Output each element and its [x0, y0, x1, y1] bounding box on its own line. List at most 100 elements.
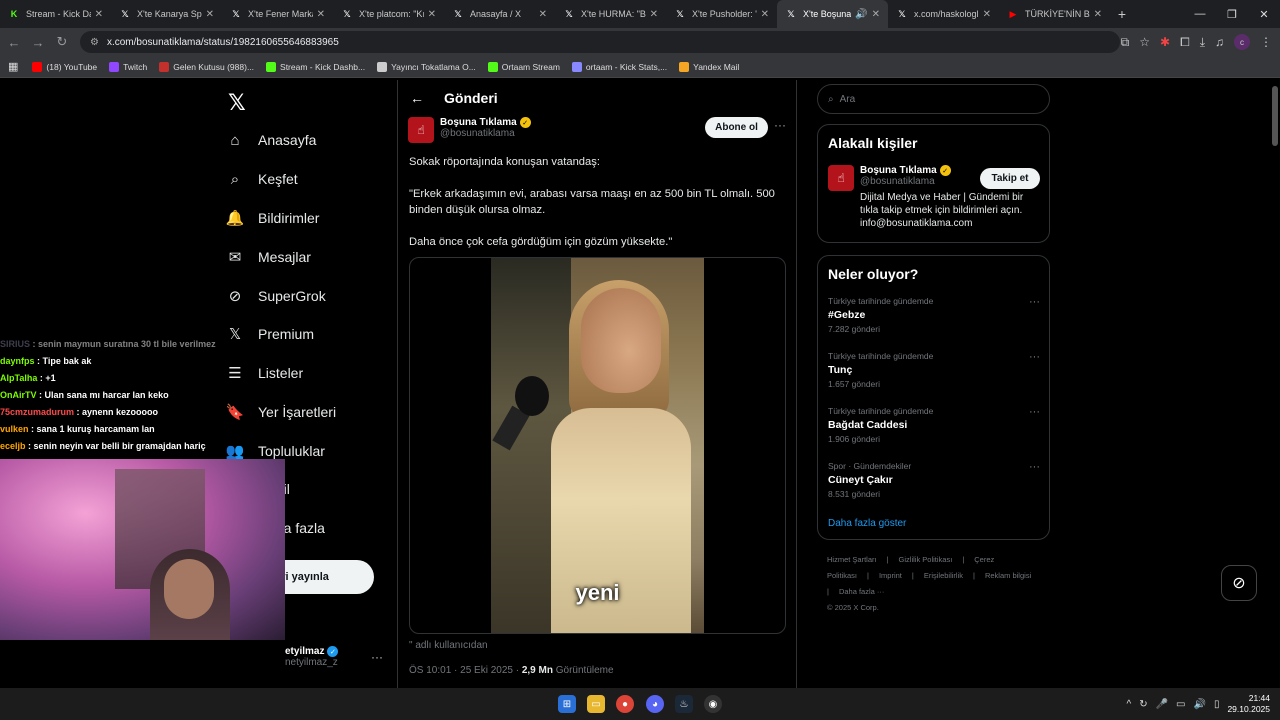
- bookmark-item[interactable]: (18) YouTube: [32, 61, 97, 72]
- bookmark-item[interactable]: ortaam - Kick Stats,...: [571, 61, 667, 72]
- minimize-button[interactable]: —: [1184, 0, 1216, 28]
- extensions-icon[interactable]: ⧠: [1180, 35, 1190, 50]
- discord-icon[interactable]: ◕: [646, 695, 664, 713]
- trend-item[interactable]: Türkiye tarihinde gündemde Tunç 1.657 gönd…: [828, 351, 1040, 389]
- post-video[interactable]: yeni: [409, 257, 786, 634]
- restore-button[interactable]: ❐: [1216, 0, 1248, 28]
- apps-grid-icon[interactable]: ▦: [8, 60, 18, 73]
- trend-more-icon[interactable]: ···: [1029, 296, 1040, 308]
- tray-volume-icon[interactable]: 🔊: [1193, 699, 1205, 710]
- obs-icon[interactable]: ◉: [704, 695, 722, 713]
- follow-button[interactable]: Takip et: [980, 168, 1040, 189]
- author-avatar[interactable]: ☝: [408, 117, 434, 143]
- install-app-icon[interactable]: ⧉: [1121, 35, 1130, 50]
- browser-tab[interactable]: K Stream - Kick Das ✕: [0, 0, 111, 28]
- browser-tab[interactable]: 𝕏 X'te Pusholder: "S ✕: [666, 0, 777, 28]
- steam-icon[interactable]: ♨: [675, 695, 693, 713]
- trend-more-icon[interactable]: ···: [1029, 461, 1040, 473]
- footer-link[interactable]: Daha fazla ···: [839, 587, 884, 596]
- related-avatar[interactable]: ☝: [828, 165, 854, 191]
- footer-link[interactable]: Erişilebilirlik: [924, 571, 963, 580]
- search-input[interactable]: ⌕ Ara: [817, 84, 1050, 114]
- footer-link[interactable]: Reklam bilgisi: [985, 571, 1031, 580]
- footer-link[interactable]: Imprint: [879, 571, 902, 580]
- related-name[interactable]: Boşuna Tıklama: [860, 165, 937, 176]
- url-bar[interactable]: ⚙ x.com/bosunatiklama/status/19821606556…: [80, 31, 1120, 53]
- bookmark-item[interactable]: Gelen Kutusu (988)...: [159, 61, 254, 72]
- browser-tab[interactable]: ▶ TÜRKİYE'NİN BAT ✕: [999, 0, 1110, 28]
- clock[interactable]: 21:44 29.10.2025: [1227, 693, 1270, 715]
- subscribe-button[interactable]: Abone ol: [705, 117, 768, 138]
- nav-home[interactable]: ⌂ Anasayfa: [226, 128, 316, 152]
- bookmark-item[interactable]: Yandex Mail: [679, 61, 739, 72]
- tab-close-icon[interactable]: ✕: [650, 9, 658, 20]
- tray-sync-icon[interactable]: ↻: [1139, 699, 1147, 710]
- forward-icon[interactable]: →: [26, 35, 50, 50]
- post-author[interactable]: ☝ Boşuna Tıklama ✓ @bosunatiklama: [408, 117, 531, 143]
- browser-tab[interactable]: 𝕏 X'te Kanarya Spo ✕: [111, 0, 222, 28]
- browser-tab[interactable]: 𝕏 X'te Boşuna T🔊 ✕: [777, 0, 888, 28]
- profile-avatar[interactable]: c: [1234, 34, 1250, 50]
- browser-tab[interactable]: 𝕏x.com/haskologlu ✕: [888, 0, 999, 28]
- browser-tab[interactable]: 𝕏 X'te HURMA: "Bu ✕: [555, 0, 666, 28]
- account-more-icon[interactable]: ···: [371, 650, 383, 664]
- downloads-icon[interactable]: ⤓: [1200, 35, 1205, 50]
- tab-close-icon[interactable]: ✕: [983, 9, 991, 20]
- bookmark-item[interactable]: Ortaam Stream: [487, 61, 560, 72]
- trend-more-icon[interactable]: ···: [1029, 406, 1040, 418]
- x-logo-icon[interactable]: 𝕏: [228, 90, 246, 116]
- media-control-icon[interactable]: ♫: [1215, 35, 1224, 49]
- browser-tab[interactable]: 𝕏 Anasayfa / X ✕: [444, 0, 555, 28]
- extension-red-icon[interactable]: ✱: [1160, 35, 1170, 49]
- show-more-link[interactable]: Daha fazla göster: [828, 518, 906, 529]
- related-person[interactable]: ☝ Boşuna Tıklama ✓ @bosunatiklama Dijital…: [828, 165, 1023, 229]
- back-icon[interactable]: ←: [2, 35, 26, 50]
- tab-close-icon[interactable]: ✕: [317, 9, 325, 20]
- tab-close-icon[interactable]: ✕: [872, 9, 880, 20]
- tab-close-icon[interactable]: ✕: [206, 9, 214, 20]
- browser-tab[interactable]: 𝕏 X'te Fener Markaj ✕: [222, 0, 333, 28]
- nav-bell[interactable]: 🔔 Bildirimler: [226, 206, 320, 230]
- footer-link[interactable]: Hizmet Şartları: [827, 555, 877, 564]
- back-arrow-icon[interactable]: ←: [410, 90, 424, 106]
- close-window-button[interactable]: ✕: [1248, 0, 1280, 28]
- tab-close-icon[interactable]: ✕: [95, 9, 103, 20]
- file-explorer-icon[interactable]: ▭: [587, 695, 605, 713]
- reload-icon[interactable]: ↻: [50, 34, 74, 50]
- tray-chevron-icon[interactable]: ^: [1126, 699, 1131, 710]
- trend-more-icon[interactable]: ···: [1029, 351, 1040, 363]
- grok-icon[interactable]: ⊘: [1221, 565, 1257, 601]
- footer-link[interactable]: © 2025 X Corp.: [827, 603, 879, 612]
- tray-network-icon[interactable]: ▭: [1176, 699, 1185, 710]
- tray-mic-icon[interactable]: 🎤: [1156, 699, 1168, 710]
- new-tab-button[interactable]: +: [1110, 6, 1134, 22]
- bookmark-item[interactable]: Twitch: [109, 61, 147, 72]
- trend-item[interactable]: Türkiye tarihinde gündemde Bağdat Caddesi…: [828, 406, 1040, 444]
- author-name[interactable]: Boşuna Tıklama: [440, 117, 517, 128]
- bookmark-star-icon[interactable]: ☆: [1139, 35, 1150, 49]
- nav-mail[interactable]: ✉ Mesajlar: [226, 245, 311, 269]
- browser-menu-icon[interactable]: ⋮: [1260, 35, 1272, 49]
- tray-battery-icon[interactable]: ▯: [1214, 699, 1220, 710]
- post-time[interactable]: ÖS 10:01 · 25 Eki 2025 ·: [409, 665, 522, 676]
- post-more-icon[interactable]: ···: [774, 118, 786, 132]
- tab-close-icon[interactable]: ✕: [761, 9, 769, 20]
- tab-close-icon[interactable]: ✕: [1094, 9, 1102, 20]
- site-info-icon[interactable]: ⚙: [90, 37, 99, 48]
- nav-grok[interactable]: ⊘ SuperGrok: [226, 284, 326, 308]
- nav-search[interactable]: ⌕ Keşfet: [226, 167, 298, 191]
- browser-tab[interactable]: 𝕏 X'te platcom: "Kı ✕: [333, 0, 444, 28]
- tab-audio-icon[interactable]: 🔊: [855, 9, 867, 20]
- chrome-icon[interactable]: ●: [616, 695, 634, 713]
- author-handle[interactable]: @bosunatiklama: [440, 128, 531, 139]
- bookmark-item[interactable]: Yayıncı Tokatlama O...: [377, 61, 476, 72]
- footer-link[interactable]: Gizlilik Politikası: [899, 555, 953, 564]
- page-scrollbar[interactable]: [1272, 86, 1278, 146]
- trend-item[interactable]: Spor · Gündemdekiler Cüneyt Çakır 8.531 gö…: [828, 461, 1040, 499]
- trend-item[interactable]: Türkiye tarihinde gündemde #Gebze 7.282 gö…: [828, 296, 1040, 334]
- tab-close-icon[interactable]: ✕: [428, 9, 436, 20]
- start-icon[interactable]: ⊞: [558, 695, 576, 713]
- account-switcher[interactable]: etyilmaz ✓ netyilmaz_z: [285, 646, 339, 668]
- tab-close-icon[interactable]: ✕: [539, 9, 547, 20]
- bookmark-item[interactable]: Stream - Kick Dashb...: [266, 61, 365, 72]
